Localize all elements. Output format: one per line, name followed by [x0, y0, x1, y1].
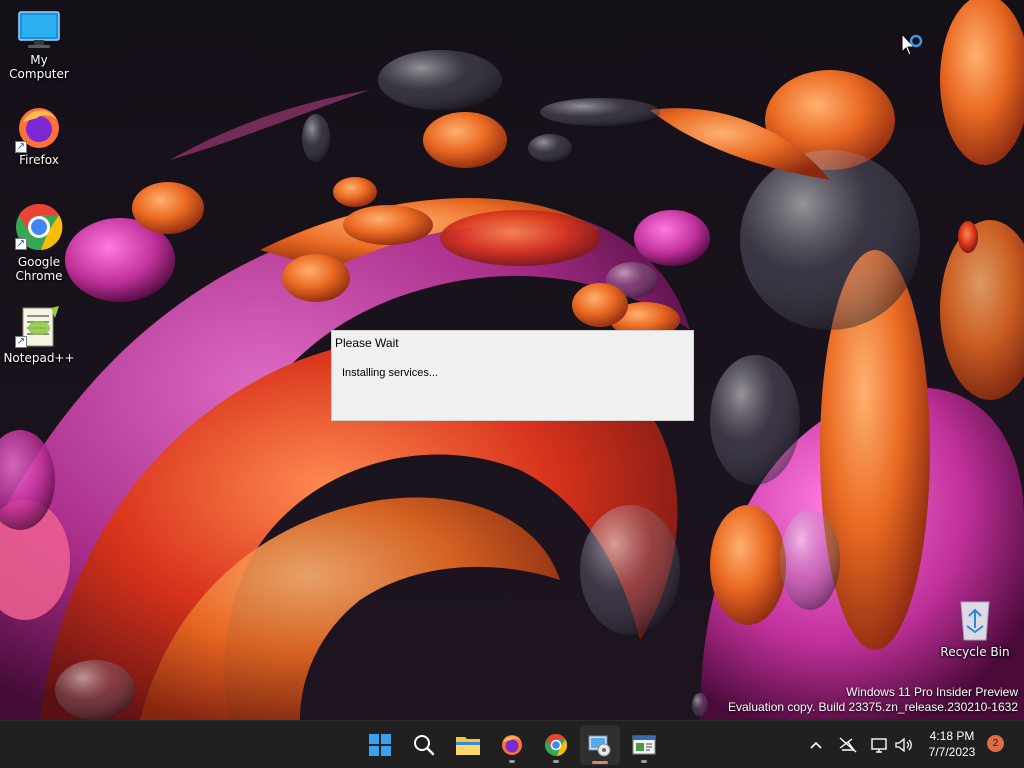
desktop-icon-notepad-plus-plus[interactable]: ↗ Notepad++: [1, 304, 77, 365]
clock-time: 4:18 PM: [929, 729, 975, 743]
network-disconnected-icon: [839, 737, 857, 753]
dialog-message: Installing services...: [342, 367, 438, 379]
installer-icon: [588, 735, 611, 757]
search-button[interactable]: [404, 725, 444, 765]
active-indicator: [592, 761, 608, 764]
shortcut-arrow-icon: ↗: [15, 141, 27, 153]
start-icon: [369, 734, 391, 756]
taskbar: 4:18 PM 7/7/2023: [0, 720, 1024, 768]
desktop-icon-label: Recycle Bin: [940, 645, 1010, 659]
display-button[interactable]: [868, 733, 892, 757]
watermark-build: Evaluation copy. Build 23375.zn_release.…: [728, 700, 1018, 714]
search-icon: [414, 735, 435, 756]
desktop-icon-recycle-bin[interactable]: Recycle Bin: [937, 598, 1013, 659]
shortcut-arrow-icon: ↗: [15, 238, 27, 250]
desktop-icon-google-chrome[interactable]: ↗ Google Chrome: [1, 202, 77, 283]
chevron-up-icon: [810, 741, 822, 749]
desktop-icon-label: Notepad++: [3, 351, 75, 365]
network-status-button[interactable]: [836, 733, 860, 757]
busy-cursor-icon: [901, 33, 923, 56]
notification-count-badge[interactable]: 2: [987, 735, 1004, 752]
volume-button[interactable]: [892, 733, 916, 757]
recycle-bin-icon: [960, 601, 990, 641]
chrome-icon: [545, 734, 568, 756]
dialog-title: Please Wait: [335, 336, 399, 350]
shortcut-arrow-icon: ↗: [15, 336, 27, 348]
desktop[interactable]: My Computer ↗ Firefox ↗ Google Chrome ↗ …: [0, 0, 1024, 720]
start-button[interactable]: [360, 725, 400, 765]
evaluation-watermark: Windows 11 Pro Insider Preview Evaluatio…: [728, 685, 1018, 715]
desktop-icon-my-computer[interactable]: My Computer: [1, 10, 77, 81]
file-explorer-icon: [456, 737, 480, 755]
console-app-icon: [632, 735, 656, 755]
display-icon: [871, 738, 887, 753]
volume-icon: [895, 737, 912, 753]
chrome-taskbar-button[interactable]: [536, 725, 576, 765]
desktop-icon-label: Firefox: [19, 153, 59, 167]
console-app-taskbar-button[interactable]: [624, 725, 664, 765]
running-indicator: [641, 760, 647, 763]
installer-taskbar-button[interactable]: [580, 725, 620, 765]
clock-date: 7/7/2023: [928, 745, 976, 759]
file-explorer-button[interactable]: [448, 725, 488, 765]
watermark-edition: Windows 11 Pro Insider Preview: [846, 685, 1018, 699]
firefox-icon: [502, 735, 522, 755]
desktop-icon-label: My Computer: [9, 53, 69, 81]
running-indicator: [509, 760, 515, 763]
firefox-taskbar-button[interactable]: [492, 725, 532, 765]
please-wait-dialog: Please Wait Installing services...: [331, 330, 694, 421]
show-hidden-icons-button[interactable]: [804, 733, 828, 757]
running-indicator: [553, 760, 559, 763]
taskbar-clock[interactable]: 4:18 PM 7/7/2023: [918, 728, 986, 760]
desktop-icon-firefox[interactable]: ↗ Firefox: [1, 104, 77, 167]
desktop-icon-label: Google Chrome: [15, 255, 63, 283]
monitor-icon: [18, 11, 60, 48]
